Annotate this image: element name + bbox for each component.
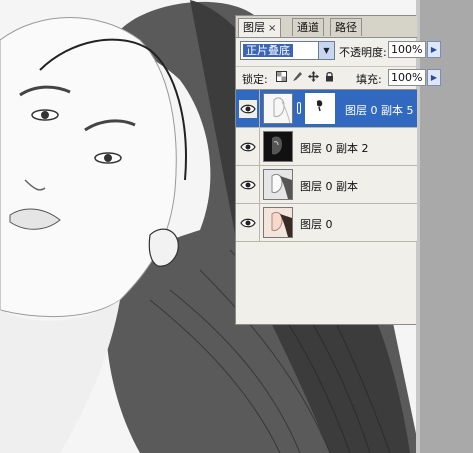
layer-name: 图层 0 副本 2 <box>300 142 369 155</box>
layer-name: 图层 0 副本 5 <box>345 104 414 117</box>
tab-channels[interactable]: 通道 <box>292 18 324 36</box>
row-divider <box>259 166 260 203</box>
tab-paths[interactable]: 路径 <box>330 18 362 36</box>
opacity-input[interactable]: 100% <box>388 41 426 58</box>
layer-row-copy-2[interactable]: 图层 0 副本 2 <box>236 128 417 166</box>
lock-position-icon[interactable] <box>308 71 319 82</box>
layer-thumbnail <box>263 131 293 162</box>
link-chain-icon[interactable] <box>297 102 301 114</box>
fill-slider-button[interactable]: ▶ <box>427 69 441 86</box>
row-divider <box>259 90 260 127</box>
row-divider <box>259 204 260 241</box>
canvas-gutter <box>416 0 473 453</box>
layer-thumbnail <box>263 207 293 238</box>
panel-tab-bar: 图层 × 通道 路径 <box>236 16 417 38</box>
tab-layers[interactable]: 图层 × <box>238 18 282 37</box>
layer-row-copy[interactable]: 图层 0 副本 <box>236 166 417 204</box>
layer-name: 图层 0 副本 <box>300 180 358 193</box>
layer-list: 图层 0 副本 5 图层 0 副本 2 图层 0 副本 图层 0 <box>236 90 417 250</box>
opacity-label: 不透明度: <box>339 46 387 59</box>
close-icon[interactable]: × <box>268 23 276 34</box>
lock-transparency-icon[interactable] <box>276 71 287 82</box>
eye-icon[interactable] <box>239 176 257 194</box>
blend-mode-value: 正片叠底 <box>243 44 293 57</box>
fill-input[interactable]: 100% <box>388 69 426 86</box>
lock-label: 锁定: <box>242 73 268 86</box>
eye-icon[interactable] <box>239 100 257 118</box>
tab-paths-label: 路径 <box>335 21 357 34</box>
layer-row-base[interactable]: 图层 0 <box>236 204 417 242</box>
layer-thumbnail <box>263 93 293 124</box>
tab-layers-label: 图层 <box>243 21 265 34</box>
eye-icon[interactable] <box>239 138 257 156</box>
fill-label: 填充: <box>356 73 382 86</box>
eye-icon[interactable] <box>239 214 257 232</box>
layer-mask-thumbnail[interactable] <box>305 93 335 124</box>
layer-row-copy-5[interactable]: 图层 0 副本 5 <box>236 90 417 128</box>
tab-channels-label: 通道 <box>297 21 319 34</box>
row-divider <box>259 128 260 165</box>
opacity-slider-button[interactable]: ▶ <box>427 41 441 58</box>
lock-pixels-icon[interactable] <box>292 71 303 82</box>
lock-all-icon[interactable] <box>324 71 335 82</box>
layer-name: 图层 0 <box>300 218 333 231</box>
layer-thumbnail <box>263 169 293 200</box>
layers-panel: 图层 × 通道 路径 正片叠底 ▼ 不透明度: 锁定: 填充: 图层 0 副本 … <box>235 15 417 325</box>
chevron-down-icon[interactable]: ▼ <box>318 42 334 59</box>
blend-mode-select[interactable]: 正片叠底 ▼ <box>240 41 335 60</box>
